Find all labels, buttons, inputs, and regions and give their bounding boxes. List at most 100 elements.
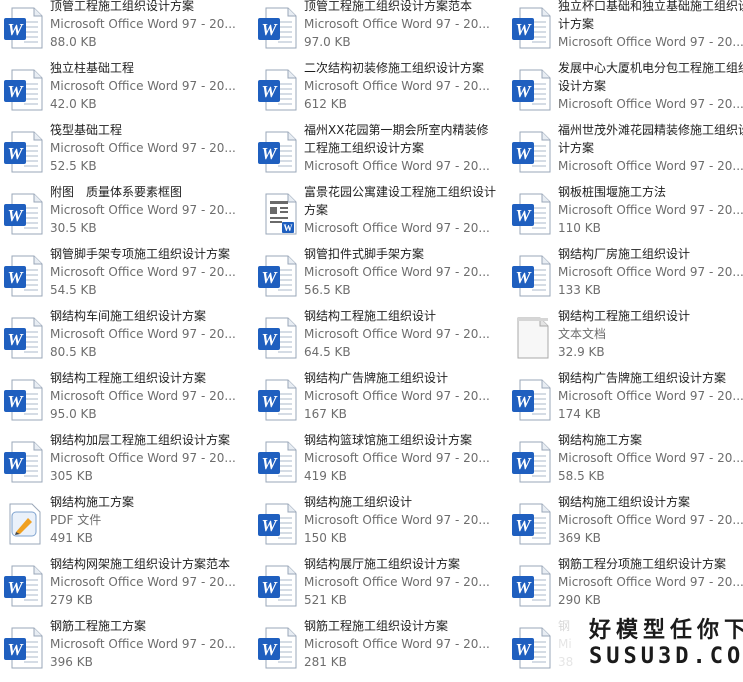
file-details: 独立柱基础工程 Microsoft Office Word 97 - 20... 4… [50, 59, 242, 113]
file-item[interactable]: W 钢管脚手架专项施工组织设计方案 Microsoft Office Word 97… [0, 247, 248, 310]
file-item[interactable]: W 二次结构初装修施工组织设计方案 Microsoft Office Word 97… [254, 61, 502, 124]
word-doc-icon: W [2, 192, 46, 236]
file-item[interactable]: W 独立杯口基础和独立基础施工组织设计方案 Microsoft Office Wor… [508, 0, 743, 62]
file-name: 钢结构篮球馆施工组织设计方案 [304, 433, 473, 447]
file-details: 钢结构篮球馆施工组织设计方案 Microsoft Office Word 97 -… [304, 431, 496, 485]
word-doc-icon: W [510, 440, 554, 484]
scanned-word-doc-icon: W [256, 192, 300, 236]
file-type: Microsoft Office Word 97 - 20... [304, 221, 490, 235]
file-item[interactable]: W 钢结构广告牌施工组织设计方案 Microsoft Office Word 97 … [508, 369, 743, 434]
file-type: Microsoft Office Word 97 - 20... [50, 389, 236, 403]
file-item[interactable]: W 钢筋工程施工方案 Microsoft Office Word 97 - 20..… [0, 617, 248, 682]
file-item[interactable]: W 钢结构网架施工组织设计方案范本 Microsoft Office Word 97… [0, 557, 248, 620]
file-details: 钢筋工程分项施工组织设计方案 Microsoft Office Word 97 -… [558, 555, 743, 609]
svg-text:W: W [7, 392, 24, 411]
file-item[interactable]: W 福州世茂外滩花园精装修施工组织设计方案 Microsoft Office Wor… [508, 123, 743, 186]
file-grid: W 顶管工程施工组织设计方案 Microsoft Office Word 97 - … [0, 0, 743, 682]
file-details: 独立杯口基础和独立基础施工组织设计方案 Microsoft Office Word… [558, 0, 743, 51]
file-size: 396 KB [50, 655, 93, 669]
svg-text:W: W [7, 82, 24, 101]
file-name: 钢结构施工方案 [50, 495, 135, 509]
file-size: 305 KB [50, 469, 93, 483]
file-size: 150 KB [304, 531, 347, 545]
file-item[interactable]: W 顶管工程施工组织设计方案范本 Microsoft Office Word 97 … [254, 0, 502, 62]
file-size: 290 KB [558, 593, 601, 607]
file-item[interactable]: W 钢结构施工组织设计 Microsoft Office Word 97 - 20.… [254, 495, 502, 558]
word-doc-icon: W [510, 6, 554, 50]
file-details: 钢筋工程施工方案 Microsoft Office Word 97 - 20...… [50, 617, 242, 671]
word-doc-icon: W [2, 316, 46, 360]
svg-text:W: W [515, 516, 532, 535]
file-type: Microsoft Office Word 97 - 20... [304, 159, 490, 173]
file-type: Microsoft Office Word 97 - 20... [304, 637, 490, 651]
file-item[interactable]: W 发展中心大厦机电分包工程施工组织设计方案 Microsoft Office Wo… [508, 59, 743, 124]
file-name: 钢结构展厅施工组织设计方案 [304, 557, 461, 571]
file-type: Microsoft Office Word 97 - 20... [558, 35, 743, 49]
file-item[interactable]: W 钢结构展厅施工组织设计方案 Microsoft Office Word 97 -… [254, 557, 502, 620]
file-details: 钢结构广告牌施工组织设计方案 Microsoft Office Word 97 -… [558, 369, 743, 423]
file-size: 491 KB [50, 531, 93, 545]
word-doc-icon: W [2, 130, 46, 174]
file-details: 钢结构广告牌施工组织设计 Microsoft Office Word 97 - 2… [304, 369, 496, 423]
file-item[interactable]: 钢结构工程施工组织设计 文本文档 32.9 KB [508, 309, 743, 372]
file-details: 钢结构加层工程施工组织设计方案 Microsoft Office Word 97 … [50, 431, 242, 485]
svg-text:W: W [7, 206, 24, 225]
file-type: Microsoft Office Word 97 - 20... [558, 265, 743, 279]
svg-text:W: W [7, 144, 24, 163]
file-details: 钢板桩围堰施工方法 Microsoft Office Word 97 - 20..… [558, 183, 743, 237]
file-item[interactable]: W 筏型基础工程 Microsoft Office Word 97 - 20... 5… [0, 123, 248, 186]
file-type: Microsoft Office Word 97 - 20... [558, 97, 743, 111]
file-type: Microsoft Office Word 97 - 20... [50, 203, 236, 217]
svg-text:W: W [7, 268, 24, 287]
file-size: 52.5 KB [50, 159, 97, 173]
file-type: Microsoft Office Word 97 - 20... [304, 17, 490, 31]
svg-text:W: W [7, 640, 24, 659]
file-size: 88.0 KB [50, 35, 97, 49]
file-item[interactable]: W 钢结构加层工程施工组织设计方案 Microsoft Office Word 97… [0, 431, 248, 496]
file-item[interactable]: W 钢结构工程施工组织设计方案 Microsoft Office Word 97 -… [0, 371, 248, 434]
file-details: 发展中心大厦机电分包工程施工组织设计方案 Microsoft Office Wor… [558, 59, 743, 113]
file-size: 281 KB [304, 655, 347, 669]
file-type: Microsoft Office Word 97 - 20... [558, 451, 743, 465]
file-item[interactable]: W 钢筋工程分项施工组织设计方案 Microsoft Office Word 97 … [508, 555, 743, 620]
file-size: 110 KB [558, 221, 601, 235]
svg-text:W: W [515, 454, 532, 473]
file-item[interactable]: W 钢结构厂房施工组织设计 Microsoft Office Word 97 - 2… [508, 247, 743, 310]
word-doc-icon: W [510, 564, 554, 608]
file-name: 福州世茂外滩花园精装修施工组织设计方案 [558, 123, 743, 155]
file-item[interactable]: W 附图 质量体系要素框图 Microsoft Office Word 97 - 2… [0, 185, 248, 248]
file-size: 64.5 KB [304, 345, 351, 359]
file-item[interactable]: W 顶管工程施工组织设计方案 Microsoft Office Word 97 - … [0, 0, 248, 62]
svg-text:W: W [261, 144, 278, 163]
file-item[interactable]: W 钢结构广告牌施工组织设计 Microsoft Office Word 97 - … [254, 369, 502, 434]
word-doc-icon: W [256, 564, 300, 608]
file-item[interactable]: W 富景花园公寓建设工程施工组织设计方案 Microsoft Office Word… [254, 185, 502, 248]
file-item[interactable]: W 钢筋工程施工组织设计方案 Microsoft Office Word 97 - … [254, 619, 502, 682]
file-item[interactable]: W 钢结构工程施工组织设计 Microsoft Office Word 97 - 2… [254, 309, 502, 372]
svg-text:W: W [261, 578, 278, 597]
word-doc-icon: W [2, 6, 46, 50]
file-size: 174 KB [558, 407, 601, 421]
file-name: 钢结构广告牌施工组织设计方案 [558, 371, 727, 385]
file-size: 133 KB [558, 283, 601, 297]
svg-text:W: W [261, 516, 278, 535]
file-item[interactable]: W 钢管扣件式脚手架方案 Microsoft Office Word 97 - 20… [254, 247, 502, 310]
watermark-site: SUSU3D.COM [589, 644, 743, 669]
file-item[interactable]: W 钢结构车间施工组织设计方案 Microsoft Office Word 97 -… [0, 309, 248, 372]
file-type: Microsoft Office Word 97 - 20... [304, 389, 490, 403]
file-type: Microsoft Office Word 97 - 20... [50, 637, 236, 651]
file-size: 30.5 KB [50, 221, 97, 235]
file-item[interactable]: W 钢结构篮球馆施工组织设计方案 Microsoft Office Word 97 … [254, 431, 502, 496]
svg-text:W: W [261, 268, 278, 287]
file-type: Microsoft Office Word 97 - 20... [50, 265, 236, 279]
file-item[interactable]: W 钢结构施工组织设计方案 Microsoft Office Word 97 - 2… [508, 495, 743, 558]
word-doc-icon: W [2, 626, 46, 670]
file-type: Microsoft Office Word 97 - 20... [558, 513, 743, 527]
file-name: 钢筋工程施工组织设计方案 [304, 619, 449, 633]
file-item[interactable]: W 钢板桩围堰施工方法 Microsoft Office Word 97 - 20.… [508, 183, 743, 248]
file-item[interactable]: W 独立柱基础工程 Microsoft Office Word 97 - 20...… [0, 59, 248, 124]
file-item[interactable]: W 钢结构施工方案 Microsoft Office Word 97 - 20...… [508, 433, 743, 496]
file-item[interactable]: 钢结构施工方案 PDF 文件 491 KB [0, 495, 248, 558]
file-size: 97.0 KB [304, 35, 351, 49]
file-item[interactable]: W 福州XX花园第一期会所室内精装修工程施工组织设计方案 Microsoft Off… [254, 123, 502, 186]
